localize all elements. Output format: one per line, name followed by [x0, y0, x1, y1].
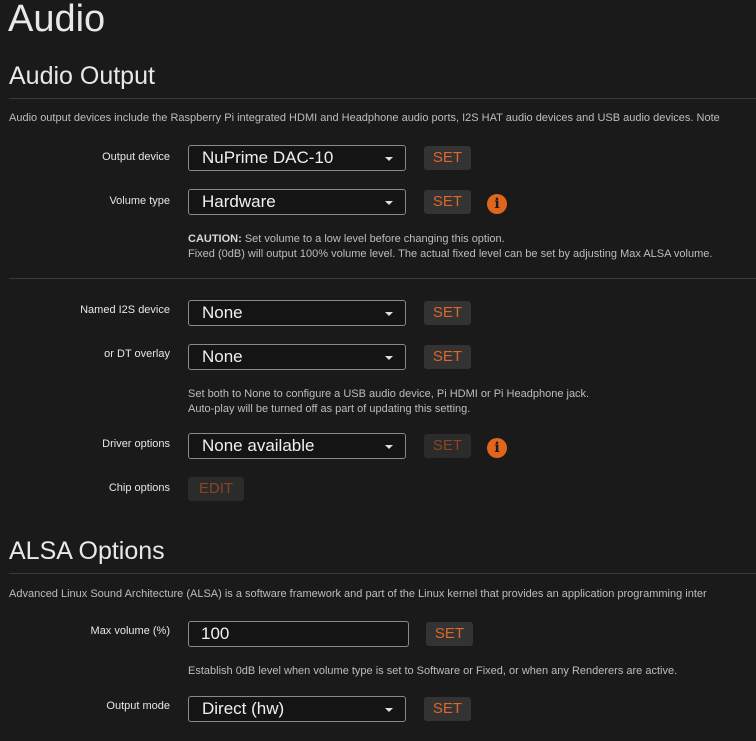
chevron-down-icon [385, 708, 393, 712]
info-icon[interactable]: i [487, 438, 507, 458]
section-heading-audio-output: Audio Output [9, 62, 155, 90]
named-i2s-set-button[interactable]: SET [424, 301, 471, 325]
max-volume-input[interactable]: 100 [188, 621, 409, 647]
dt-overlay-help-line-2: Auto-play will be turned off as part of … [188, 403, 471, 415]
section-heading-alsa-options: ALSA Options [9, 537, 165, 565]
max-volume-value: 100 [201, 624, 230, 643]
volume-type-caution: CAUTION: Set volume to a low level befor… [188, 232, 712, 262]
driver-options-value: None available [202, 436, 315, 455]
max-volume-label: Max volume (%) [90, 625, 170, 637]
dt-overlay-value: None [202, 347, 243, 366]
driver-options-select[interactable]: None available [188, 433, 406, 459]
audio-output-description: Audio output devices include the Raspber… [9, 112, 720, 124]
max-volume-set-button[interactable]: SET [426, 622, 473, 646]
section-divider [9, 278, 756, 279]
max-volume-help: Establish 0dB level when volume type is … [188, 665, 678, 677]
output-device-value: NuPrime DAC-10 [202, 148, 334, 167]
named-i2s-value: None [202, 303, 243, 322]
chevron-down-icon [385, 445, 393, 449]
dt-overlay-help: Set both to None to configure a USB audi… [188, 387, 589, 417]
caution-text: Set volume to a low level before changin… [241, 233, 505, 245]
volume-type-label: Volume type [109, 195, 170, 207]
dt-overlay-label: or DT overlay [104, 348, 170, 360]
driver-options-label: Driver options [102, 438, 170, 450]
caution-line-2: Fixed (0dB) will output 100% volume leve… [188, 248, 713, 260]
named-i2s-label: Named I2S device [80, 304, 170, 316]
output-device-select[interactable]: NuPrime DAC-10 [188, 145, 406, 171]
output-device-set-button[interactable]: SET [424, 146, 471, 170]
alsa-options-description: Advanced Linux Sound Architecture (ALSA)… [9, 588, 707, 600]
chevron-down-icon [385, 356, 393, 360]
caution-prefix: CAUTION: [188, 233, 242, 245]
chip-options-label: Chip options [108, 482, 170, 494]
named-i2s-select[interactable]: None [188, 300, 406, 326]
chip-options-edit-button[interactable]: EDIT [188, 477, 244, 501]
driver-options-set-button[interactable]: SET [424, 434, 471, 458]
chevron-down-icon [385, 201, 393, 205]
dt-overlay-help-line-1: Set both to None to configure a USB audi… [188, 388, 590, 400]
section-divider [9, 98, 756, 99]
dt-overlay-select[interactable]: None [188, 344, 406, 370]
volume-type-set-button[interactable]: SET [424, 190, 471, 214]
dt-overlay-set-button[interactable]: SET [424, 345, 471, 369]
volume-type-select[interactable]: Hardware [188, 189, 406, 215]
section-divider [9, 573, 756, 574]
output-mode-label: Output mode [106, 700, 170, 712]
page-title: Audio [8, 0, 106, 40]
output-device-label: Output device [102, 151, 170, 163]
output-mode-value: Direct (hw) [202, 699, 285, 718]
volume-type-value: Hardware [202, 192, 276, 211]
chevron-down-icon [385, 312, 393, 316]
output-mode-select[interactable]: Direct (hw) [188, 696, 406, 722]
info-icon[interactable]: i [487, 194, 507, 214]
output-mode-set-button[interactable]: SET [424, 697, 471, 721]
chevron-down-icon [385, 157, 393, 161]
